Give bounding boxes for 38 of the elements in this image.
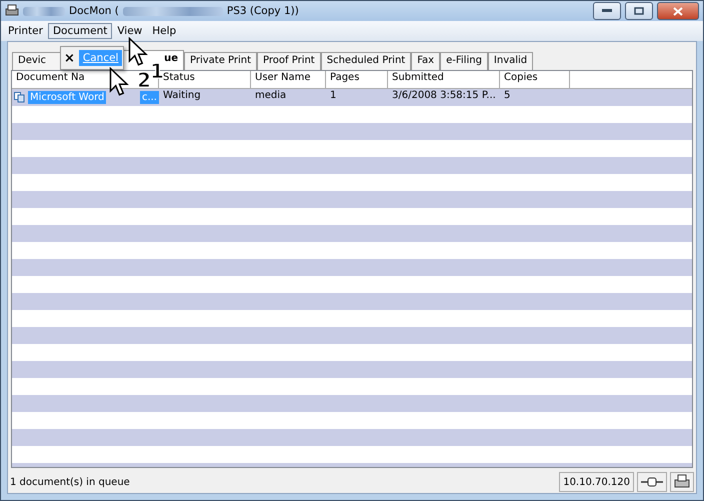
tab[interactable]: Proof Print — [257, 52, 321, 70]
table-cell: c... — [140, 91, 159, 104]
column-header[interactable]: Pages — [326, 71, 388, 88]
window-title: PS3 (Copy 1)) — [226, 5, 299, 17]
redacted-text — [23, 6, 65, 16]
tab[interactable]: Invalid — [488, 52, 534, 70]
printer-icon — [674, 474, 690, 490]
table-cell-text: 1 — [329, 89, 338, 103]
table-cell-text: 3/6/2008 3:58:15 P... — [391, 89, 497, 103]
close-icon — [673, 6, 683, 16]
status-text: 1 document(s) in queue — [10, 476, 131, 488]
table-cell-text: Waiting — [162, 89, 202, 103]
menu-item[interactable]: View — [112, 23, 148, 39]
window-title: DocMon ( — [69, 5, 119, 17]
minimize-icon — [602, 9, 612, 13]
maximize-button[interactable] — [625, 2, 653, 20]
menu-item[interactable]: Printer — [3, 23, 48, 39]
table-cell: Microsoft Word — [28, 91, 106, 104]
table-cell-text: 5 — [503, 89, 512, 103]
table-cell-text: media — [254, 89, 288, 103]
column-header[interactable]: Copies — [500, 71, 570, 88]
column-header[interactable]: User Name — [251, 71, 326, 88]
minimize-button[interactable] — [593, 2, 621, 20]
document-icon — [14, 92, 25, 103]
tab[interactable]: Scheduled Print — [320, 52, 412, 70]
pointer-icon — [128, 37, 149, 67]
column-header[interactable]: Submitted — [388, 71, 500, 88]
tab[interactable]: Private Print — [184, 52, 258, 70]
maximize-icon — [634, 7, 644, 15]
connector-icon — [641, 477, 663, 487]
tab[interactable]: e-Filing — [440, 52, 488, 70]
cancel-icon: × — [64, 50, 75, 66]
menu-item[interactable]: Document — [48, 23, 112, 39]
menu-item[interactable]: Help — [147, 23, 182, 39]
printer-icon — [5, 4, 19, 18]
ip-address: 10.10.70.120 — [559, 472, 634, 492]
tab[interactable]: Fax — [411, 52, 440, 70]
close-button[interactable] — [657, 2, 699, 20]
